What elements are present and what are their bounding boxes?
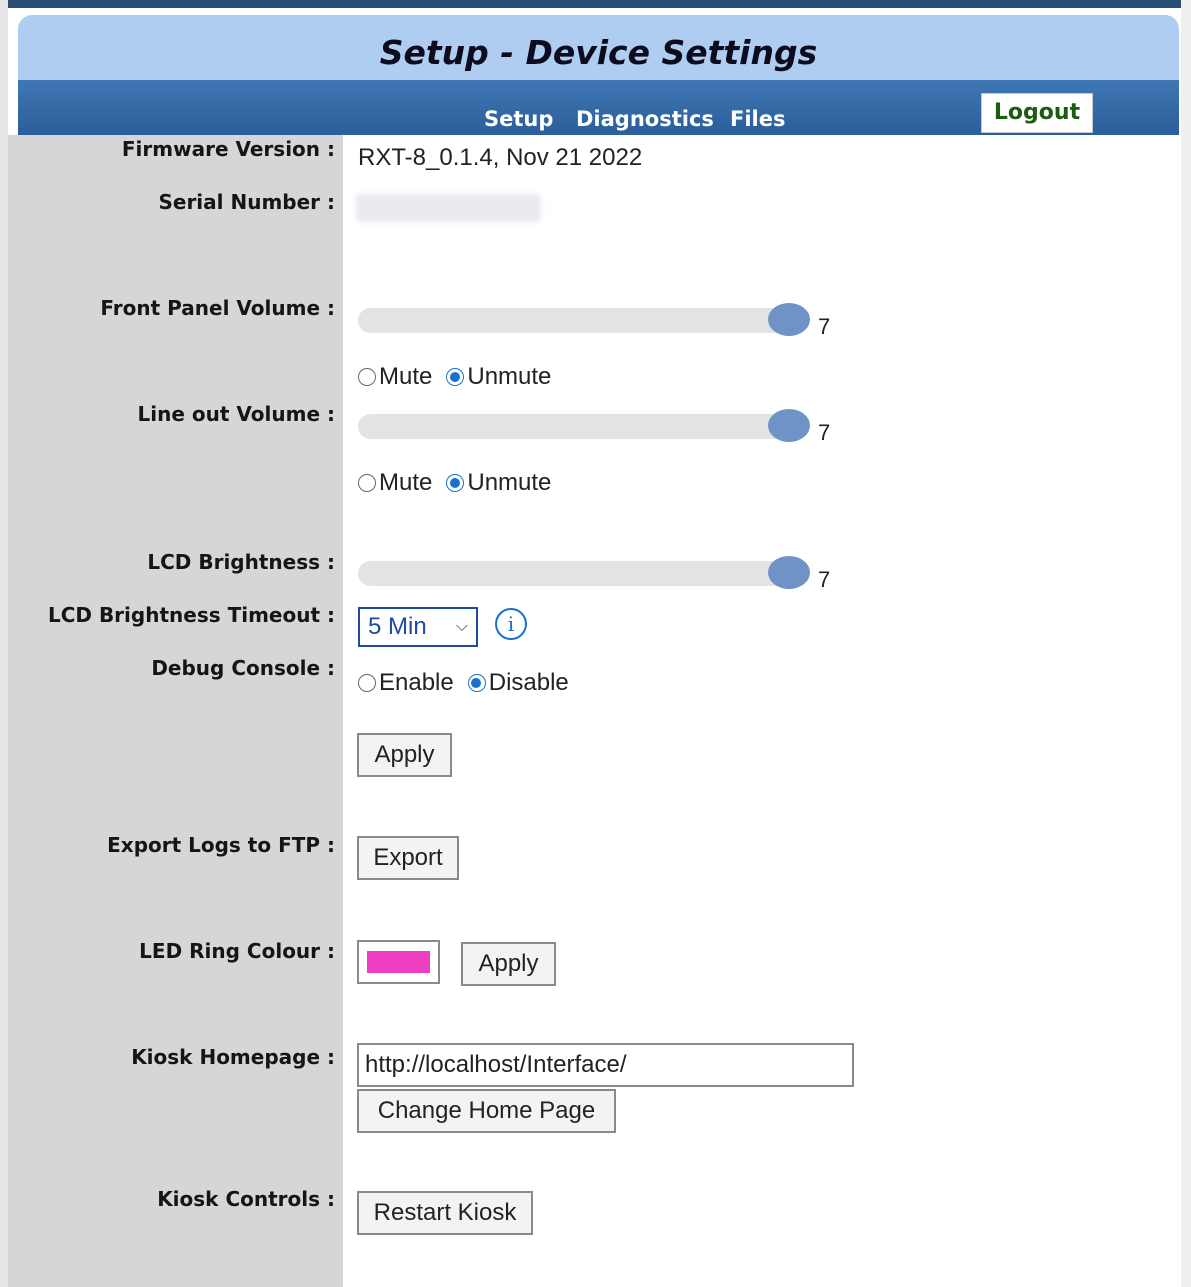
apply-settings-button[interactable]: Apply xyxy=(357,733,452,777)
export-logs-label: Export Logs to FTP : xyxy=(107,833,335,857)
line-out-mute-group: Mute Unmute xyxy=(358,469,565,497)
led-color-picker[interactable] xyxy=(357,940,440,984)
kiosk-homepage-input[interactable]: http://localhost/Interface/ xyxy=(357,1043,854,1087)
mute-label: Mute xyxy=(379,469,433,496)
debug-disable-radio[interactable] xyxy=(467,674,486,692)
front-panel-mute-group: Mute Unmute xyxy=(358,363,565,391)
line-out-volume-value: 7 xyxy=(818,420,831,445)
page-header: Setup - Device Settings Setup Diagnostic… xyxy=(18,15,1179,135)
slider-track xyxy=(358,308,806,333)
lcd-brightness-value: 7 xyxy=(818,567,831,592)
lcd-brightness-label: LCD Brightness : xyxy=(147,550,335,574)
line-out-mute-radio[interactable] xyxy=(358,474,376,492)
front-panel-unmute-radio[interactable] xyxy=(446,368,465,386)
debug-console-label: Debug Console : xyxy=(151,656,335,680)
lcd-timeout-label: LCD Brightness Timeout : xyxy=(47,603,335,627)
kiosk-homepage-label: Kiosk Homepage : xyxy=(131,1045,335,1069)
apply-led-color-button[interactable]: Apply xyxy=(461,942,556,986)
serial-number-value-redacted xyxy=(356,194,541,222)
page-title: Setup - Device Settings xyxy=(379,33,818,72)
serial-number-label: Serial Number : xyxy=(158,190,335,214)
page-edge-left xyxy=(0,0,8,1287)
slider-thumb[interactable] xyxy=(768,556,810,589)
chevron-down-icon: ⌵ xyxy=(455,618,468,635)
top-strip xyxy=(8,0,1181,8)
lcd-timeout-selected-value: 5 Min xyxy=(368,613,427,640)
export-button[interactable]: Export xyxy=(357,836,459,880)
slider-thumb[interactable] xyxy=(768,303,810,336)
line-out-volume-label: Line out Volume : xyxy=(137,402,335,426)
logout-button[interactable]: Logout xyxy=(981,93,1093,133)
slider-track xyxy=(358,561,806,586)
led-color-swatch xyxy=(367,951,430,973)
nav-bar: Setup Diagnostics Files Logout xyxy=(18,80,1179,135)
slider-thumb[interactable] xyxy=(768,409,810,442)
front-panel-volume-slider[interactable]: 7 xyxy=(358,302,830,339)
kiosk-controls-label: Kiosk Controls : xyxy=(157,1187,335,1211)
slider-track xyxy=(358,414,806,439)
front-panel-volume-value: 7 xyxy=(818,314,831,339)
firmware-version-value: RXT-8_0.1.4, Nov 21 2022 xyxy=(358,144,643,171)
debug-console-group: Enable Disable xyxy=(358,669,583,697)
disable-label: Disable xyxy=(488,669,569,696)
led-ring-colour-label: LED Ring Colour : xyxy=(139,939,335,963)
unmute-label: Unmute xyxy=(467,363,552,390)
enable-label: Enable xyxy=(379,669,454,696)
debug-enable-radio[interactable] xyxy=(358,674,376,692)
line-out-unmute-radio[interactable] xyxy=(446,474,465,492)
page-edge-right xyxy=(1181,0,1191,1287)
front-panel-mute-radio[interactable] xyxy=(358,368,376,386)
lcd-brightness-slider[interactable]: 7 xyxy=(358,555,830,592)
nav-files-link[interactable]: Files xyxy=(730,107,785,131)
change-home-page-button[interactable]: Change Home Page xyxy=(357,1089,616,1133)
nav-setup-link[interactable]: Setup xyxy=(484,107,553,131)
unmute-label: Unmute xyxy=(467,469,552,496)
nav-diagnostics-link[interactable]: Diagnostics xyxy=(576,107,714,131)
line-out-volume-slider[interactable]: 7 xyxy=(358,408,830,445)
info-icon[interactable]: i xyxy=(495,608,527,640)
front-panel-volume-label: Front Panel Volume : xyxy=(100,296,335,320)
firmware-version-label: Firmware Version : xyxy=(121,137,335,161)
lcd-timeout-select[interactable]: 5 Min ⌵ xyxy=(358,607,478,647)
mute-label: Mute xyxy=(379,363,433,390)
restart-kiosk-button[interactable]: Restart Kiosk xyxy=(357,1191,533,1235)
